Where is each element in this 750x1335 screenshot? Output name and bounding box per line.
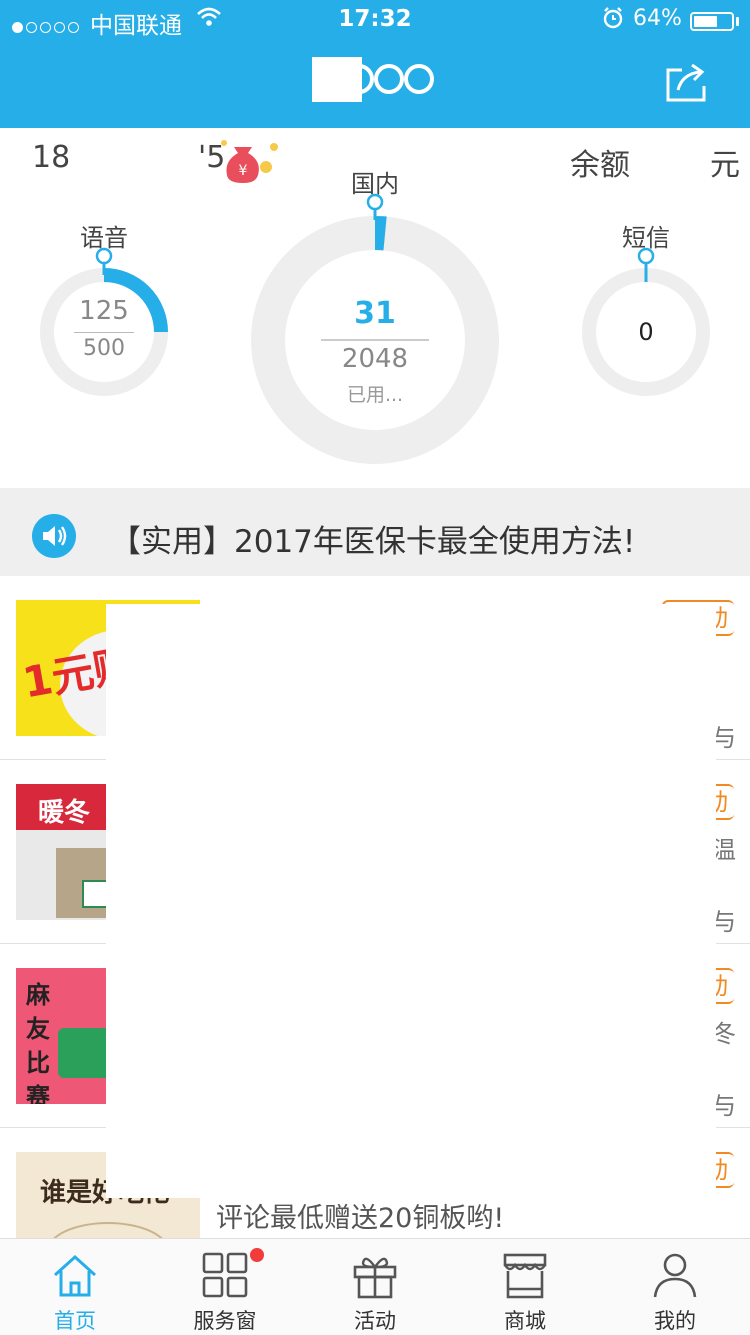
domestic-caption: 已用... xyxy=(315,380,435,407)
voice-total: 500 xyxy=(74,336,134,361)
tab-label: 服务窗 xyxy=(150,1305,300,1335)
battery-icon xyxy=(690,12,734,31)
domestic-total: 2048 xyxy=(315,344,435,374)
domestic-data-gauge[interactable] xyxy=(244,190,506,472)
tab-bar: 首页 服务窗 活动 商城 我的 xyxy=(0,1238,750,1335)
tab-label: 首页 xyxy=(0,1305,150,1335)
domestic-used: 31 xyxy=(315,296,435,331)
voice-marker xyxy=(97,249,111,263)
battery-percent: 64% xyxy=(633,6,682,31)
notice-text[interactable]: 【实用】2017年医保卡最全使用方法! xyxy=(110,516,635,561)
store-icon xyxy=(501,1251,549,1299)
app-header: 中国联通 17:32 64% xyxy=(0,0,750,128)
content-overlay xyxy=(106,604,716,1198)
tab-store[interactable]: 商城 xyxy=(450,1239,600,1335)
speaker-icon xyxy=(32,514,76,558)
balance-label: 余额 xyxy=(570,140,630,184)
thumb-label: 暖冬 xyxy=(38,792,90,829)
voice-used: 125 xyxy=(74,296,134,326)
svg-text:¥: ¥ xyxy=(239,163,248,179)
user-icon xyxy=(651,1251,699,1299)
tab-label: 活动 xyxy=(300,1305,450,1335)
tab-label: 商城 xyxy=(450,1305,600,1335)
notification-badge xyxy=(250,1248,264,1262)
domestic-marker xyxy=(368,195,382,209)
share-icon[interactable] xyxy=(664,62,708,104)
home-icon xyxy=(51,1251,99,1299)
tab-activities[interactable]: 活动 xyxy=(300,1239,450,1335)
brand-logo xyxy=(312,57,442,102)
money-bag-icon[interactable]: ¥ xyxy=(218,133,282,185)
tab-home[interactable]: 首页 xyxy=(0,1239,150,1335)
grid-icon xyxy=(201,1251,249,1299)
sms-marker xyxy=(639,249,653,263)
status-bar: 中国联通 17:32 64% xyxy=(0,0,750,40)
thumb-label: 麻友比赛 xyxy=(26,978,56,1104)
tab-label: 我的 xyxy=(600,1305,750,1335)
gift-icon xyxy=(351,1251,399,1299)
alarm-icon xyxy=(602,6,624,30)
list-item-caption: 评论最低赠送20铜板哟! xyxy=(216,1196,504,1235)
tab-service-window[interactable]: 服务窗 xyxy=(150,1239,300,1335)
sms-value: 0 xyxy=(616,318,676,346)
balance-unit: 元 xyxy=(710,140,740,184)
tab-mine[interactable]: 我的 xyxy=(600,1239,750,1335)
account-number: 18 xyxy=(32,140,70,175)
